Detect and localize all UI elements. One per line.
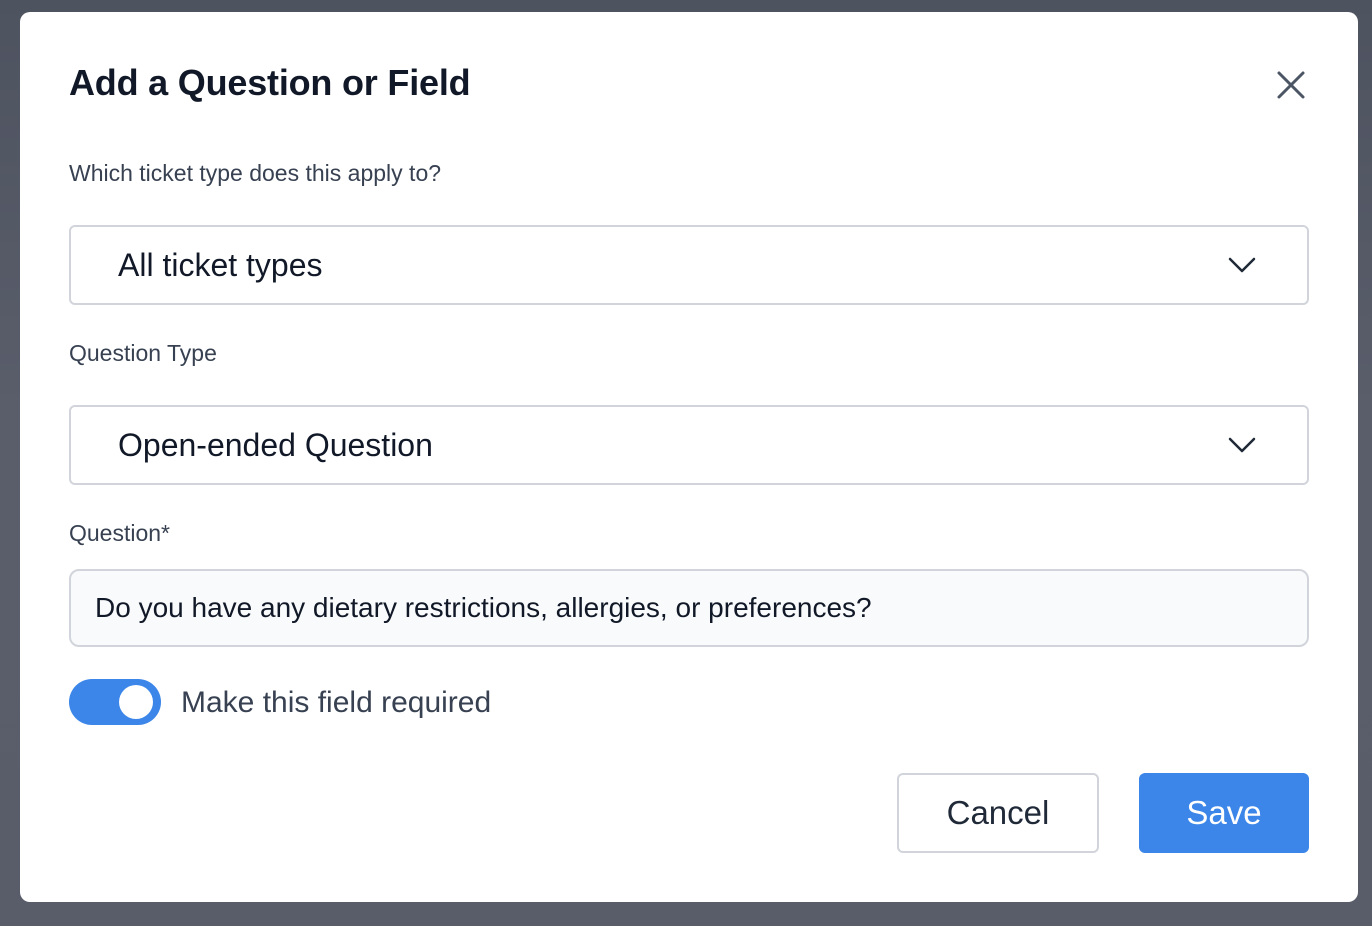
modal-title: Add a Question or Field	[69, 62, 471, 103]
toggle-knob	[119, 685, 153, 719]
question-type-value: Open-ended Question	[118, 427, 433, 463]
close-button[interactable]	[1274, 68, 1308, 102]
ticket-type-value: All ticket types	[118, 247, 323, 283]
question-type-label: Question Type	[69, 340, 217, 366]
ticket-type-label: Which ticket type does this apply to?	[69, 160, 442, 186]
save-button[interactable]: Save	[1139, 773, 1309, 853]
chevron-down-icon	[1228, 257, 1256, 273]
modal-dialog: Add a Question or Field Which ticket typ…	[20, 12, 1358, 902]
required-toggle[interactable]	[69, 679, 161, 725]
cancel-button[interactable]: Cancel	[897, 773, 1099, 853]
question-label: Question*	[69, 520, 171, 546]
question-input[interactable]	[69, 569, 1309, 647]
question-type-select[interactable]: Open-ended Question	[69, 405, 1309, 485]
ticket-type-select[interactable]: All ticket types	[69, 225, 1309, 305]
chevron-down-icon	[1228, 437, 1256, 453]
close-icon	[1277, 71, 1305, 99]
required-toggle-label: Make this field required	[181, 686, 492, 719]
